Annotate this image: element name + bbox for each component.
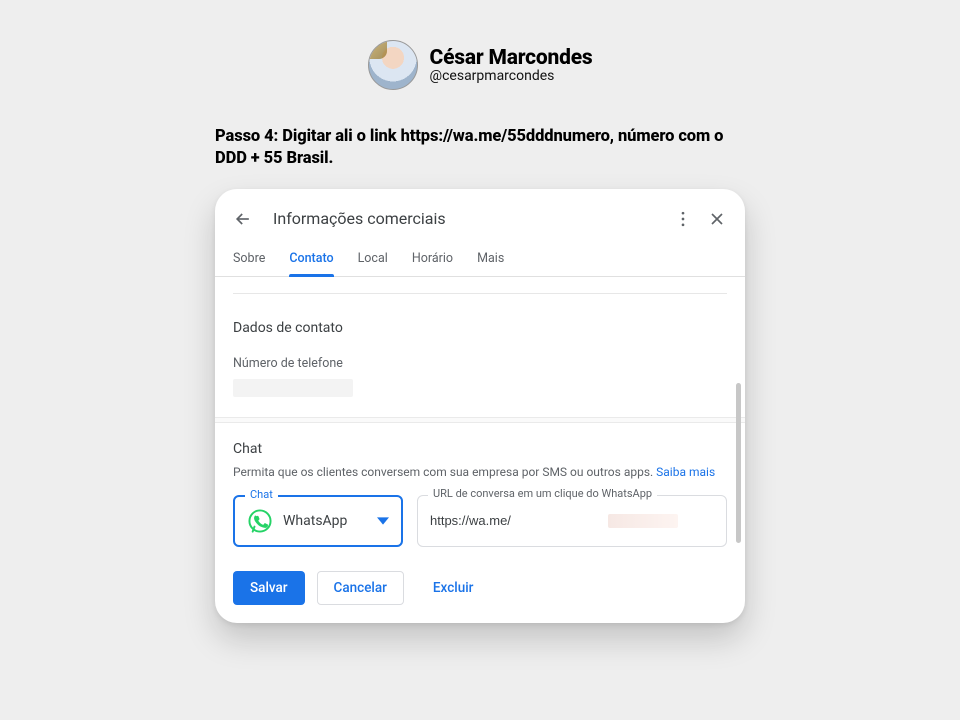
- whatsapp-url-input[interactable]: [430, 513, 606, 528]
- contact-section-title: Dados de contato: [233, 320, 727, 336]
- chat-select-label: Chat: [245, 489, 278, 500]
- delete-button[interactable]: Excluir: [416, 571, 491, 605]
- close-icon[interactable]: [707, 209, 727, 229]
- author-handle: @cesarpmarcondes: [430, 68, 593, 84]
- whatsapp-icon: [247, 508, 273, 534]
- whatsapp-url-field[interactable]: URL de conversa em um clique do WhatsApp: [417, 495, 727, 547]
- tab-horario[interactable]: Horário: [412, 241, 453, 276]
- tabs: Sobre Contato Local Horário Mais: [215, 241, 745, 277]
- tab-local[interactable]: Local: [358, 241, 388, 276]
- section-divider: [215, 417, 745, 423]
- divider: [233, 293, 727, 294]
- business-info-card: Informações comerciais Sobre Contato Loc…: [215, 189, 745, 623]
- cancel-button[interactable]: Cancelar: [317, 571, 404, 605]
- chat-description-text: Permita que os clientes conversem com su…: [233, 465, 656, 479]
- save-button[interactable]: Salvar: [233, 571, 305, 605]
- caret-down-icon: [377, 515, 389, 527]
- panel-title: Informações comerciais: [273, 209, 673, 228]
- more-vert-icon[interactable]: [673, 209, 693, 229]
- scrollbar[interactable]: [736, 383, 741, 543]
- url-field-label: URL de conversa em um clique do WhatsApp: [428, 488, 657, 499]
- author-block: César Marcondes @cesarpmarcondes: [368, 40, 593, 90]
- learn-more-link[interactable]: Saiba mais: [656, 465, 715, 479]
- step-instruction: Passo 4: Digitar ali o link https://wa.m…: [215, 126, 745, 171]
- phone-value-masked: [233, 379, 353, 397]
- chat-description: Permita que os clientes conversem com su…: [233, 465, 727, 479]
- chat-app-select[interactable]: Chat WhatsApp: [233, 495, 403, 547]
- author-name: César Marcondes: [430, 46, 593, 70]
- tab-sobre[interactable]: Sobre: [233, 241, 265, 276]
- author-avatar: [368, 40, 418, 90]
- tab-contato[interactable]: Contato: [289, 241, 333, 276]
- back-arrow-icon[interactable]: [233, 209, 253, 229]
- chat-select-value: WhatsApp: [283, 513, 377, 529]
- url-value-masked: [608, 514, 678, 528]
- chat-section-title: Chat: [233, 441, 727, 457]
- phone-field-label: Número de telefone: [233, 356, 727, 371]
- tab-mais[interactable]: Mais: [477, 241, 504, 276]
